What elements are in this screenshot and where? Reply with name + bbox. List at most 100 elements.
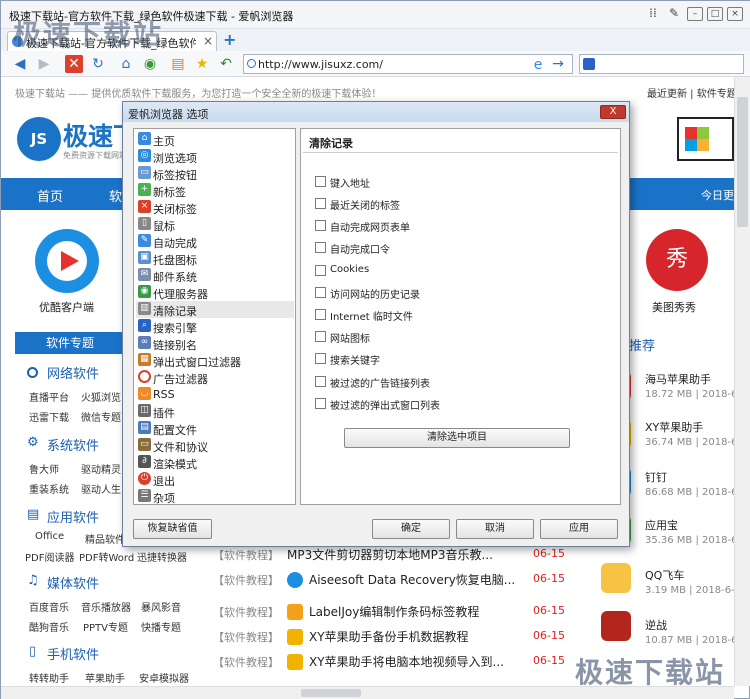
section-link[interactable]: 驱动精灵 (81, 461, 121, 476)
meitu-app-icon[interactable]: 秀 (646, 229, 708, 291)
address-bar[interactable]: http://www.jisuxz.com/ (243, 54, 573, 74)
article-row[interactable]: 【软件教程】 XY苹果助手备份手机数据教程 06-15 (213, 629, 573, 649)
app-name[interactable]: 海马苹果助手 (645, 371, 711, 387)
tree-item-popup-filter[interactable]: ▦ 弹出式窗口过滤器 (136, 352, 294, 369)
section-link[interactable]: 安卓模拟器 (139, 670, 189, 685)
scrollbar-thumb[interactable] (737, 97, 748, 227)
checkbox-search-keywords[interactable]: 搜索关键字 (315, 350, 595, 368)
nav-software[interactable]: 软 (109, 186, 122, 205)
stop-icon[interactable]: ✕ (65, 55, 83, 73)
app-name[interactable]: 应用宝 (645, 517, 678, 533)
app-right-label[interactable]: 美图秀秀 (652, 299, 696, 315)
tree-item-browse-options[interactable]: ◎ 浏览选项 (136, 148, 294, 165)
vertical-scrollbar[interactable] (734, 77, 750, 686)
section-title[interactable]: 系统软件 (47, 435, 99, 454)
app-name[interactable]: 逆战 (645, 617, 667, 633)
section-link[interactable]: 暴风影音 (141, 599, 181, 614)
section-link[interactable]: 快播专题 (141, 619, 181, 634)
article-row[interactable]: 【软件教程】 XY苹果助手将电脑本地视频导入到... 06-15 (213, 654, 573, 674)
checkbox-temp-files[interactable]: Internet 临时文件 (315, 306, 595, 324)
section-link[interactable]: 鲁大师 (29, 461, 59, 476)
section-title[interactable]: 网络软件 (47, 363, 99, 382)
checkbox-favicons[interactable]: 网站图标 (315, 328, 595, 346)
tree-item-misc[interactable]: ☰ 杂项 (136, 488, 294, 505)
qq-speed-app-icon[interactable] (601, 563, 631, 593)
app-name[interactable]: XY苹果助手 (645, 419, 703, 435)
tree-item-link-alias[interactable]: ∞ 链接别名 (136, 335, 294, 352)
tree-item-clear-history[interactable]: ▥ 清除记录 (136, 301, 294, 318)
app-name[interactable]: 钉钉 (645, 469, 667, 485)
maximize-button[interactable]: □ (707, 7, 723, 21)
article-title[interactable]: Aiseesoft Data Recovery恢复电脑... (309, 571, 515, 588)
section-link[interactable]: 火狐浏览 (81, 389, 121, 404)
tree-item-home[interactable]: ⌂ 主页 (136, 131, 294, 148)
minimize-button[interactable]: – (687, 7, 703, 21)
app-left-label[interactable]: 优酷客户端 (39, 299, 94, 315)
skin-icon[interactable]: ✎ (666, 7, 682, 21)
search-input[interactable] (579, 54, 744, 74)
favorite-star-icon[interactable]: ★ (193, 55, 211, 73)
checkbox-cookies[interactable]: Cookies (315, 262, 595, 280)
article-title[interactable]: LabelJoy编辑制作条码标签教程 (309, 603, 479, 620)
refresh-icon[interactable]: ↻ (89, 55, 107, 73)
dialog-close-button[interactable]: X (600, 105, 626, 119)
tree-item-close-tab[interactable]: × 关闭标签 (136, 199, 294, 216)
tree-item-render-mode[interactable]: ∂ 渲染模式 (136, 454, 294, 471)
cancel-button[interactable]: 取消 (456, 519, 534, 539)
bookmark-icon[interactable]: ▤ (169, 55, 187, 73)
section-link[interactable]: 转转助手 (29, 670, 69, 685)
nav-today[interactable]: 今日更 (701, 187, 734, 203)
section-link[interactable]: 重装系统 (29, 481, 69, 496)
grid-icon[interactable]: ⁞⁞ (645, 7, 661, 21)
section-title[interactable]: 媒体软件 (47, 573, 99, 592)
ok-button[interactable]: 确定 (372, 519, 450, 539)
checkbox-filtered-ad-links[interactable]: 被过滤的广告链接列表 (315, 373, 595, 391)
section-link[interactable]: 迅雷下载 (29, 409, 69, 424)
checkbox-history[interactable]: 访问网站的历史记录 (315, 284, 595, 302)
section-link[interactable]: 音乐播放器 (81, 599, 131, 614)
checkbox-recent-closed-tabs[interactable]: 最近关闭的标签 (315, 195, 595, 213)
close-window-button[interactable]: × (727, 7, 743, 21)
article-row[interactable]: 【软件教程】 LabelJoy编辑制作条码标签教程 06-15 (213, 604, 573, 624)
tree-item-proxy[interactable]: ◉ 代理服务器 (136, 284, 294, 301)
tree-item-ad-filter[interactable]: 广告过滤器 (136, 369, 294, 386)
section-link[interactable]: 百度音乐 (29, 599, 69, 614)
youku-app-icon[interactable] (35, 229, 99, 293)
back-icon[interactable]: ◀ (11, 55, 29, 73)
tree-item-rss[interactable]: ◡ RSS (136, 386, 294, 403)
tree-item-tray-icon[interactable]: ▣ 托盘图标 (136, 250, 294, 267)
tree-item-config-file[interactable]: ▤ 配置文件 (136, 420, 294, 437)
section-title[interactable]: 手机软件 (47, 644, 99, 663)
section-link[interactable]: PDF阅读器 (25, 549, 74, 564)
search-engine-icon[interactable] (583, 58, 595, 70)
tree-item-search-engine[interactable]: ⌕ 搜索引擎 (136, 318, 294, 335)
site-logo-icon[interactable]: JS (17, 117, 61, 161)
section-link[interactable]: 迅捷转换器 (137, 549, 187, 564)
section-link[interactable]: 精品软件 (85, 531, 125, 546)
special-topics-button[interactable]: 软件专题 (15, 332, 125, 354)
section-link[interactable]: PPTV专题 (83, 619, 128, 634)
tree-item-new-tab[interactable]: + 新标签 (136, 182, 294, 199)
scrollbar-thumb[interactable] (301, 689, 361, 697)
tree-item-exit[interactable]: ⏻ 退出 (136, 471, 294, 488)
forward-icon[interactable]: ▶ (35, 55, 53, 73)
article-title[interactable]: XY苹果助手备份手机数据教程 (309, 628, 469, 645)
new-tab-button[interactable]: + (223, 30, 236, 49)
section-link[interactable]: 微信专题 (81, 409, 121, 424)
clear-selected-button[interactable]: 清除选中项目 (344, 428, 570, 448)
section-link[interactable]: Office (35, 531, 64, 542)
tree-item-file-protocol[interactable]: ▭ 文件和协议 (136, 437, 294, 454)
tree-item-mail[interactable]: ✉ 邮件系统 (136, 267, 294, 284)
restore-defaults-button[interactable]: 恢复缺省值 (133, 519, 212, 539)
tree-item-mouse[interactable]: ▯ 鼠标 (136, 216, 294, 233)
section-link[interactable]: PDF转Word (79, 549, 134, 564)
top-links[interactable]: 最近更新 | 软件专题 (647, 85, 734, 100)
article-title[interactable]: MP3文件剪切器剪切本地MP3音乐教... (287, 546, 493, 563)
ie-engine-icon[interactable]: e (529, 56, 547, 74)
checkbox-typed-address[interactable]: 键入地址 (315, 173, 595, 191)
apply-button[interactable]: 应用 (540, 519, 618, 539)
section-title[interactable]: 应用软件 (47, 507, 99, 526)
nav-home[interactable]: 首页 (37, 186, 63, 205)
app-name[interactable]: QQ飞车 (645, 567, 684, 583)
undo-icon[interactable]: ↶ (217, 55, 235, 73)
